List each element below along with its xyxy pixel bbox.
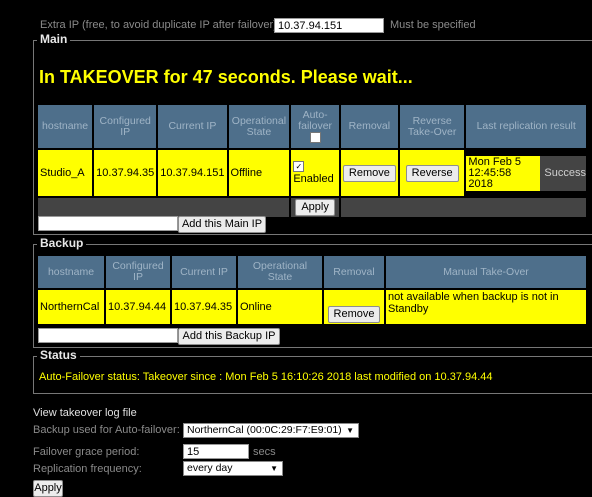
main-removal-cell: Remove [340,150,398,196]
auto-failover-checkbox[interactable]: ✓ [293,160,305,172]
main-configured-ip: 10.37.94.35 [94,150,157,196]
main-apply-cell: Apply [291,198,339,217]
reverse-button[interactable]: Reverse [405,164,459,182]
settings-apply-button[interactable]: Apply [33,480,63,497]
main-operational-state: Offline [228,150,290,196]
grace-period-label: Failover grace period: [33,446,140,458]
extra-ip-input[interactable] [274,18,384,33]
backup-configured-ip: 10.37.94.44 [106,290,170,324]
main-apply-spacer-right [340,198,586,217]
backup-hostname: NorthernCal [38,290,104,324]
takeover-message: In TAKEOVER for 47 seconds. Please wait.… [39,67,413,87]
col-backup-hostname: hostname [38,256,104,288]
backup-used-select[interactable]: NorthernCal (00:0C:29:F7:E9:01) ▼ [183,423,359,438]
col-reverse-takeover: Reverse Take-Over [399,105,465,148]
main-ip-input[interactable] [38,216,178,231]
main-remove-button[interactable]: Remove [342,164,396,182]
extra-ip-label: Extra IP (free, to avoid duplicate IP af… [40,19,280,31]
backup-table: hostname Configured IP Current IP Operat… [36,254,588,326]
col-auto-failover: Auto-failover [291,105,339,148]
add-backup-ip-button[interactable]: Add this Backup IP [178,328,280,345]
replication-frequency-label: Replication frequency: [33,463,142,475]
grace-period-unit: secs [253,446,276,458]
main-table: hostname Configured IP Current IP Operat… [36,103,588,219]
main-apply-spacer [38,198,290,217]
status-text: Auto-Failover status: Takeover since : M… [39,371,493,383]
dropdown-arrow-icon: ▼ [270,464,278,473]
col-removal: Removal [340,105,398,148]
dropdown-arrow-icon: ▼ [346,426,354,435]
backup-legend: Backup [37,236,87,250]
col-last-replication: Last replication result [466,105,586,148]
col-operational-state: Operational State [228,105,290,148]
replication-frequency-value: every day [187,462,233,474]
col-current-ip: Current IP [158,105,227,148]
main-hostname: Studio_A [38,150,93,196]
main-apply-button[interactable]: Apply [295,199,335,216]
col-backup-removal: Removal [324,256,384,288]
backup-current-ip: 10.37.94.35 [172,290,236,324]
table-row: Studio_A 10.37.94.35 10.37.94.151 Offlin… [38,150,586,196]
grace-period-input[interactable] [183,444,249,459]
col-manual-takeover: Manual Take-Over [386,256,586,288]
last-replication-time: Mon Feb 5 12:45:58 2018 [466,155,541,191]
backup-remove-button[interactable]: Remove [327,306,381,323]
auto-failover-all-checkbox[interactable] [309,131,321,143]
main-auto-failover-cell: ✓ Enabled [291,150,339,196]
col-configured-ip: Configured IP [94,105,157,148]
col-backup-operational-state: Operational State [238,256,322,288]
table-row: NorthernCal 10.37.94.44 10.37.94.35 Onli… [38,290,586,324]
col-backup-configured-ip: Configured IP [106,256,170,288]
backup-ip-input[interactable] [38,328,178,343]
auto-failover-enabled-label: Enabled [293,173,334,185]
status-legend: Status [37,348,80,362]
main-reverse-cell: Reverse [399,150,465,196]
main-legend: Main [37,32,71,46]
main-current-ip: 10.37.94.151 [158,150,227,196]
last-replication-result: Success [540,155,586,191]
backup-removal-cell: Remove [324,290,384,324]
view-log-link[interactable]: View takeover log file [33,407,137,419]
add-main-ip-button[interactable]: Add this Main IP [178,216,266,233]
manual-takeover-text: not available when backup is not in Stan… [386,290,586,324]
col-hostname: hostname [38,105,93,148]
backup-used-label: Backup used for Auto-failover: [33,424,180,436]
col-backup-current-ip: Current IP [172,256,236,288]
replication-frequency-select[interactable]: every day ▼ [183,461,283,476]
backup-operational-state: Online [238,290,322,324]
auto-failover-header-label: Auto-failover [298,108,333,132]
backup-used-value: NorthernCal (00:0C:29:F7:E9:01) [187,424,342,436]
extra-ip-note: Must be specified [390,19,476,31]
main-last-replication-cell: Mon Feb 5 12:45:58 2018 Success [466,150,586,196]
